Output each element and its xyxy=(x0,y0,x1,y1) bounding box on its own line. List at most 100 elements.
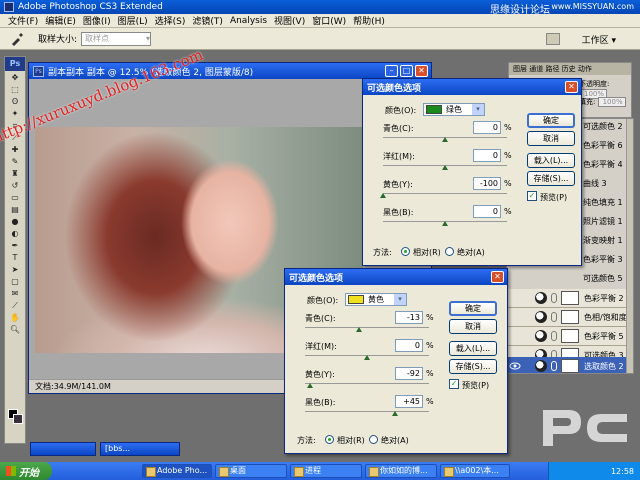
visibility-toggle[interactable] xyxy=(509,292,521,304)
background-color[interactable] xyxy=(13,414,23,424)
eyedropper-icon[interactable] xyxy=(10,32,24,46)
layer-row[interactable]: 色相/饱和度... xyxy=(507,308,633,327)
taskbar-item[interactable]: 进程 xyxy=(290,464,362,478)
slider-thumb[interactable] xyxy=(380,193,386,198)
menu-analysis[interactable]: Analysis xyxy=(230,16,267,26)
slice-tool-icon[interactable]: ⟋ xyxy=(7,132,23,143)
history-brush-icon[interactable]: ↺ xyxy=(7,180,23,191)
minimized-document[interactable]: [bbs... xyxy=(100,442,180,456)
layer-partial-label[interactable]: 色彩平衡 4 xyxy=(583,159,623,170)
layer-partial-label[interactable]: 纯色填充 1 xyxy=(583,197,623,208)
layers-scrollbar[interactable] xyxy=(626,119,633,373)
taskbar-item[interactable]: Adobe Pho... xyxy=(142,464,212,478)
menu-filter[interactable]: 滤镜(T) xyxy=(192,14,223,27)
taskbar-item[interactable]: \\a002\本... xyxy=(440,464,510,478)
layer-partial-label[interactable]: 可选颜色 2 xyxy=(583,121,623,132)
load-button[interactable]: 载入(L)... xyxy=(527,153,575,168)
layer-partial-label[interactable]: 渐变映射 1 xyxy=(583,235,623,246)
brush-tool-icon[interactable]: ✎ xyxy=(7,156,23,167)
close-icon[interactable]: ✕ xyxy=(415,65,428,77)
hand-tool-icon[interactable]: ✋ xyxy=(7,312,23,323)
sample-size-select[interactable]: 取样点 ▾ xyxy=(81,31,152,46)
fill-input[interactable]: 100% xyxy=(597,97,626,107)
menu-select[interactable]: 选择(S) xyxy=(155,14,186,27)
slider-value-input[interactable]: 0 xyxy=(395,339,423,352)
layer-row-selected[interactable]: 选取颜色 2 xyxy=(507,357,633,373)
layer-mask-thumbnail[interactable] xyxy=(561,359,579,373)
link-icon[interactable] xyxy=(551,361,557,371)
layer-partial-label[interactable]: 色彩平衡 3 xyxy=(583,254,623,265)
taskbar-item[interactable]: 桌面 xyxy=(215,464,287,478)
healing-tool-icon[interactable]: ✚ xyxy=(7,144,23,155)
preview-checkbox[interactable]: ✓ xyxy=(527,191,537,201)
slider-value-input[interactable]: -92 xyxy=(395,367,423,380)
link-icon[interactable] xyxy=(551,293,557,303)
menu-window[interactable]: 窗口(W) xyxy=(312,14,346,27)
slider-thumb[interactable] xyxy=(306,383,313,388)
crop-tool-icon[interactable]: ⌗ xyxy=(7,120,23,131)
slider-value-input[interactable]: -13 xyxy=(395,311,423,324)
workspace-icon[interactable] xyxy=(546,33,560,45)
slider-thumb[interactable] xyxy=(364,355,370,360)
dialog-title-bar[interactable]: 可选颜色选项 xyxy=(363,79,581,95)
menu-view[interactable]: 视图(V) xyxy=(274,14,305,27)
lasso-tool-icon[interactable]: ʘ xyxy=(7,96,23,107)
minimized-document[interactable] xyxy=(30,442,96,456)
menu-help[interactable]: 帮助(H) xyxy=(353,14,385,27)
close-icon[interactable]: ✕ xyxy=(491,271,504,283)
slider-value-input[interactable]: +45 xyxy=(395,395,423,408)
menu-image[interactable]: 图像(I) xyxy=(83,14,111,27)
start-button[interactable]: 开始 xyxy=(0,462,52,480)
notes-tool-icon[interactable]: ✉ xyxy=(7,288,23,299)
layer-partial-label[interactable]: 曲线 3 xyxy=(583,178,607,189)
absolute-radio[interactable] xyxy=(445,247,454,256)
slider-value-input[interactable]: 0 xyxy=(473,205,501,218)
eye-icon[interactable] xyxy=(509,360,521,372)
menu-file[interactable]: 文件(F) xyxy=(8,14,38,27)
slider-thumb[interactable] xyxy=(442,165,448,170)
blur-tool-icon[interactable]: ● xyxy=(7,216,23,227)
path-select-icon[interactable]: ➤ xyxy=(7,264,23,275)
slider-track[interactable] xyxy=(305,411,429,412)
clock[interactable]: 12:58 xyxy=(611,467,634,476)
maximize-icon[interactable]: □ xyxy=(400,65,413,77)
shape-tool-icon[interactable]: ▢ xyxy=(7,276,23,287)
type-tool-icon[interactable]: T xyxy=(7,252,23,263)
eraser-tool-icon[interactable]: ▭ xyxy=(7,192,23,203)
minimize-icon[interactable]: – xyxy=(385,65,398,77)
colors-select[interactable]: 黄色 ▾ xyxy=(345,293,407,306)
document-title-bar[interactable]: Ps 副本副本 副本 @ 12.5% (选取颜色 2, 图层蒙版/8) xyxy=(29,63,431,79)
preview-checkbox[interactable]: ✓ xyxy=(449,379,459,389)
menu-edit[interactable]: 编辑(E) xyxy=(45,14,76,27)
cancel-button[interactable]: 取消 xyxy=(449,319,497,334)
layer-partial-label[interactable]: 色彩平衡 6 xyxy=(583,140,623,151)
slider-track[interactable] xyxy=(383,193,507,194)
load-button[interactable]: 载入(L)... xyxy=(449,341,497,356)
slider-value-input[interactable]: 0 xyxy=(473,121,501,134)
slider-value-input[interactable]: 0 xyxy=(473,149,501,162)
cancel-button[interactable]: 取消 xyxy=(527,131,575,146)
layer-row[interactable]: 色彩平衡 5 xyxy=(507,327,633,346)
colors-select[interactable]: 绿色 ▾ xyxy=(423,103,485,116)
slider-track[interactable] xyxy=(305,383,429,384)
slider-track[interactable] xyxy=(305,327,429,328)
link-icon[interactable] xyxy=(551,331,557,341)
visibility-toggle[interactable] xyxy=(509,330,521,342)
slider-thumb[interactable] xyxy=(391,411,398,416)
absolute-radio[interactable] xyxy=(369,435,378,444)
panel-tabs[interactable]: 图层 通道 路径 历史 动作 xyxy=(509,63,631,75)
taskbar-item[interactable]: 你如如的博... xyxy=(365,464,437,478)
save-button[interactable]: 存储(S)... xyxy=(527,171,575,186)
layer-partial-label[interactable]: 照片滤镜 1 xyxy=(583,216,623,227)
magic-wand-icon[interactable]: ✦ xyxy=(7,108,23,119)
workspace-menu[interactable]: 工作区 ▾ xyxy=(582,33,616,46)
layer-mask-thumbnail[interactable] xyxy=(561,329,579,343)
pen-tool-icon[interactable]: ✒ xyxy=(7,240,23,251)
slider-value-input[interactable]: -100 xyxy=(473,177,501,190)
slider-thumb[interactable] xyxy=(442,221,448,226)
slider-thumb[interactable] xyxy=(355,327,362,332)
ok-button[interactable]: 确定 xyxy=(527,113,575,128)
layer-mask-thumbnail[interactable] xyxy=(561,310,579,324)
dodge-tool-icon[interactable]: ◐ xyxy=(7,228,23,239)
stamp-tool-icon[interactable]: ♜ xyxy=(7,168,23,179)
